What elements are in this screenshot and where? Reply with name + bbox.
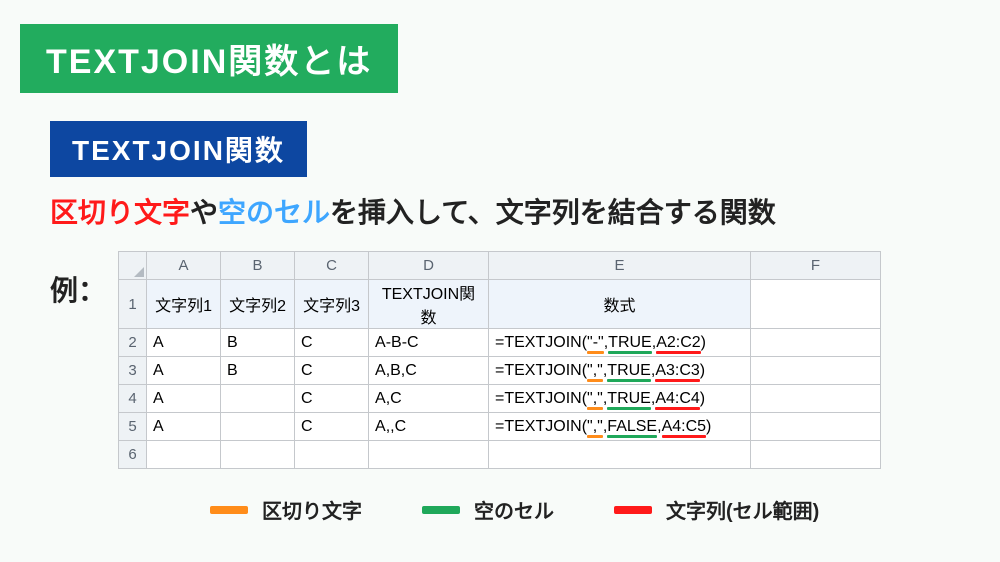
page-title: TEXTJOIN関数とは <box>20 24 398 93</box>
formula-part: =TEXTJOIN( <box>495 390 587 407</box>
cell: A-B-C <box>369 329 489 357</box>
desc-delimiter: 区切り文字 <box>50 197 190 228</box>
cell: 数式 <box>489 280 751 329</box>
cell <box>295 441 369 469</box>
swatch-icon <box>210 506 248 514</box>
row-header: 3 <box>119 357 147 385</box>
cell: C <box>295 413 369 441</box>
cell: C <box>295 385 369 413</box>
cell: A <box>147 385 221 413</box>
cell <box>489 441 751 469</box>
cell: B <box>221 329 295 357</box>
table-row: 6 <box>119 441 881 469</box>
description: 区切り文字や空のセルを挿入して、文字列を結合する関数 <box>50 191 1000 231</box>
legend-label: 空のセル <box>474 495 554 524</box>
cell <box>221 385 295 413</box>
col-header: F <box>751 252 881 280</box>
row-header: 6 <box>119 441 147 469</box>
cell <box>147 441 221 469</box>
arg-ignore-empty: TRUE <box>607 390 651 408</box>
formula-part: ) <box>701 334 706 351</box>
formula-part: ) <box>700 362 705 379</box>
arg-delimiter: "-" <box>587 334 604 352</box>
cell <box>751 280 881 329</box>
arg-delimiter: "," <box>587 390 603 408</box>
cell <box>751 385 881 413</box>
legend-item-empty: 空のセル <box>422 495 554 524</box>
cell: 文字列1 <box>147 280 221 329</box>
arg-ignore-empty: TRUE <box>607 362 651 380</box>
cell <box>369 441 489 469</box>
cell: A,,C <box>369 413 489 441</box>
arg-range: A3:C3 <box>655 362 699 380</box>
col-header: D <box>369 252 489 280</box>
formula-part: =TEXTJOIN( <box>495 334 587 351</box>
col-header: A <box>147 252 221 280</box>
cell: A <box>147 413 221 441</box>
desc-text: や <box>190 197 218 228</box>
cell: A,B,C <box>369 357 489 385</box>
table-row: 3 A B C A,B,C =TEXTJOIN(",",TRUE,A3:C3) <box>119 357 881 385</box>
table-row: 5 A C A,,C =TEXTJOIN(",",FALSE,A4:C5) <box>119 413 881 441</box>
cell <box>751 357 881 385</box>
formula-part: =TEXTJOIN( <box>495 362 587 379</box>
row-header: 2 <box>119 329 147 357</box>
cell: TEXTJOIN関数 <box>369 280 489 329</box>
spreadsheet: A B C D E F 1 文字列1 文字列2 文字列3 TEXTJOIN関数 … <box>118 251 881 469</box>
col-header: E <box>489 252 751 280</box>
arg-delimiter: "," <box>587 362 603 380</box>
legend-label: 文字列(セル範囲) <box>666 495 819 524</box>
cell: A <box>147 329 221 357</box>
legend-item-delimiter: 区切り文字 <box>210 495 362 524</box>
desc-text: を挿入して、文字列を結合する関数 <box>330 197 776 228</box>
formula-part: ) <box>700 390 705 407</box>
cell <box>221 413 295 441</box>
cell: 文字列2 <box>221 280 295 329</box>
arg-range: A2:C2 <box>656 334 700 352</box>
arg-ignore-empty: TRUE <box>608 334 652 352</box>
swatch-icon <box>614 506 652 514</box>
swatch-icon <box>422 506 460 514</box>
subtitle: TEXTJOIN関数 <box>50 121 307 177</box>
cell <box>751 413 881 441</box>
formula-part: =TEXTJOIN( <box>495 418 587 435</box>
table-row: 4 A C A,C =TEXTJOIN(",",TRUE,A4:C4) <box>119 385 881 413</box>
legend-label: 区切り文字 <box>262 495 362 524</box>
legend: 区切り文字 空のセル 文字列(セル範囲) <box>210 495 1000 524</box>
formula-cell: =TEXTJOIN(",",FALSE,A4:C5) <box>489 413 751 441</box>
content: TEXTJOIN関数 区切り文字や空のセルを挿入して、文字列を結合する関数 例：… <box>0 93 1000 524</box>
legend-item-range: 文字列(セル範囲) <box>614 495 819 524</box>
cell: B <box>221 357 295 385</box>
col-header: B <box>221 252 295 280</box>
arg-delimiter: "," <box>587 418 603 436</box>
arg-range: A4:C5 <box>662 418 706 436</box>
formula-cell: =TEXTJOIN(",",TRUE,A4:C4) <box>489 385 751 413</box>
cell <box>751 441 881 469</box>
cell: A,C <box>369 385 489 413</box>
row-header: 5 <box>119 413 147 441</box>
table-row: 2 A B C A-B-C =TEXTJOIN("-",TRUE,A2:C2) <box>119 329 881 357</box>
formula-cell: =TEXTJOIN("-",TRUE,A2:C2) <box>489 329 751 357</box>
cell: C <box>295 357 369 385</box>
cell: 文字列3 <box>295 280 369 329</box>
formula-part: ) <box>706 418 711 435</box>
column-header-row: A B C D E F <box>119 252 881 280</box>
select-all-corner <box>119 252 147 280</box>
table-row: 1 文字列1 文字列2 文字列3 TEXTJOIN関数 数式 <box>119 280 881 329</box>
row-header: 1 <box>119 280 147 329</box>
col-header: C <box>295 252 369 280</box>
cell: A <box>147 357 221 385</box>
cell <box>221 441 295 469</box>
formula-cell: =TEXTJOIN(",",TRUE,A3:C3) <box>489 357 751 385</box>
example-label: 例： <box>50 251 106 309</box>
row-header: 4 <box>119 385 147 413</box>
cell: C <box>295 329 369 357</box>
cell <box>751 329 881 357</box>
desc-empty: 空のセル <box>218 197 330 228</box>
arg-ignore-empty: FALSE <box>607 418 657 436</box>
arg-range: A4:C4 <box>655 390 699 408</box>
